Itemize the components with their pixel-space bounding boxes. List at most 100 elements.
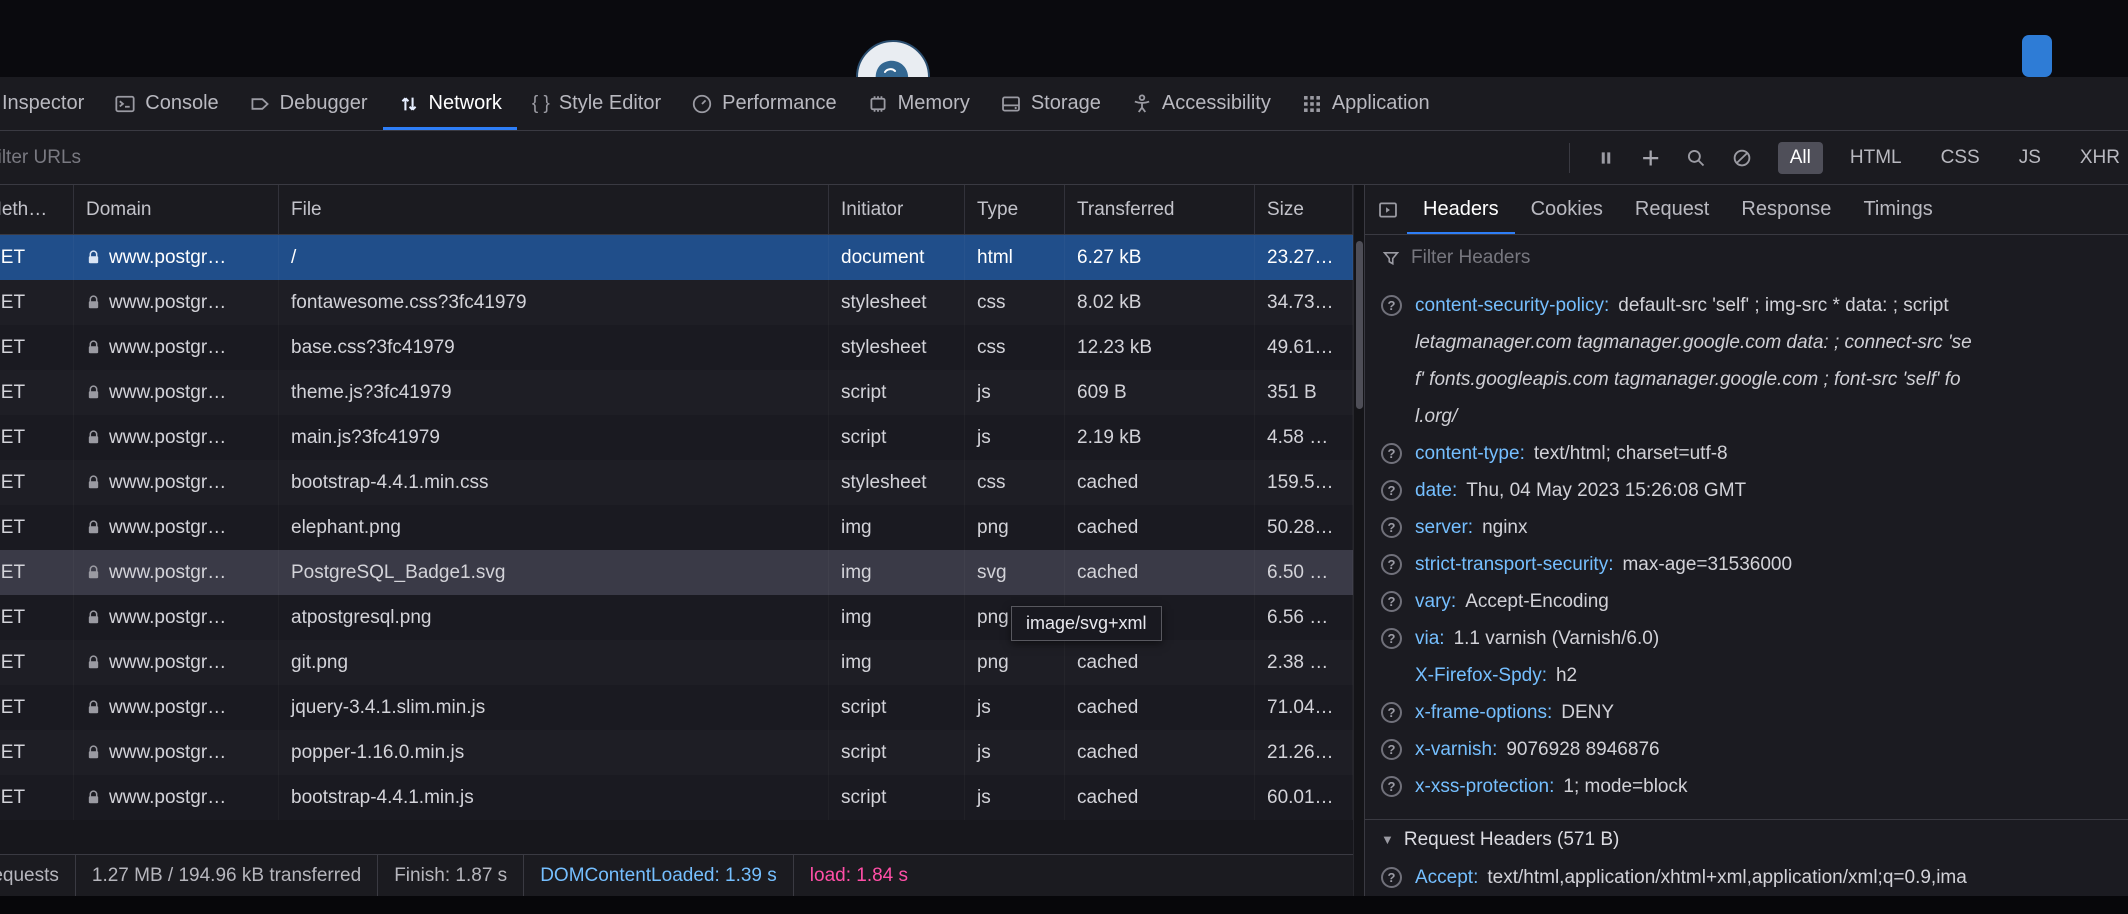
table-row[interactable]: GETwww.postgr…fontawesome.css?3fc41979st… bbox=[0, 280, 1353, 325]
devtools-tab-application[interactable]: Application bbox=[1286, 77, 1445, 130]
column-header-file[interactable]: File bbox=[279, 185, 829, 234]
cell-method: GET bbox=[0, 640, 74, 685]
cell-method: GET bbox=[0, 550, 74, 595]
column-header-domain[interactable]: Domain bbox=[74, 185, 279, 234]
help-icon[interactable]: ? bbox=[1381, 443, 1402, 464]
help-icon[interactable]: ? bbox=[1381, 591, 1402, 612]
table-row[interactable]: GETwww.postgr…base.css?3fc41979styleshee… bbox=[0, 325, 1353, 370]
lock-icon bbox=[86, 384, 101, 401]
help-icon[interactable]: ? bbox=[1381, 628, 1402, 649]
help-icon[interactable]: ? bbox=[1381, 739, 1402, 760]
table-row[interactable]: GETwww.postgr…theme.js?3fc41979scriptjs6… bbox=[0, 370, 1353, 415]
search-button[interactable] bbox=[1686, 148, 1706, 168]
devtools-tab-network[interactable]: Network bbox=[383, 77, 517, 130]
column-header-meth[interactable]: Meth… bbox=[0, 185, 74, 234]
devtools-tab-inspector[interactable]: Inspector bbox=[0, 77, 99, 130]
header-entry: ?x-frame-options:DENY bbox=[1381, 694, 2128, 731]
request-headers-section[interactable]: ▼ Request Headers (571 B) bbox=[1365, 819, 2128, 859]
header-name[interactable]: X-Firefox-Spdy: bbox=[1415, 665, 1547, 687]
header-value-cont: f' fonts.googleapis.com tagmanager.googl… bbox=[1415, 361, 2128, 398]
header-name[interactable]: via: bbox=[1415, 628, 1445, 650]
devtools-tab-style-editor[interactable]: { }Style Editor bbox=[517, 77, 676, 130]
header-name[interactable]: x-xss-protection: bbox=[1415, 776, 1554, 798]
help-icon[interactable]: ? bbox=[1381, 554, 1402, 575]
header-name[interactable]: content-type: bbox=[1415, 443, 1525, 465]
header-entry: ?x-varnish:9076928 8946876 bbox=[1381, 731, 2128, 768]
devtools-tab-storage[interactable]: Storage bbox=[985, 77, 1116, 130]
domain-text: www.postgr… bbox=[109, 337, 226, 359]
column-header-initiator[interactable]: Initiator bbox=[829, 185, 965, 234]
details-tab-cookies[interactable]: Cookies bbox=[1515, 185, 1619, 234]
header-name[interactable]: content-security-policy: bbox=[1415, 295, 1609, 317]
toolbar-buttons: + bbox=[1596, 142, 1752, 173]
help-icon[interactable]: ? bbox=[1381, 295, 1402, 316]
cell-initiator: img bbox=[829, 640, 965, 685]
table-row[interactable]: GETwww.postgr…popper-1.16.0.min.jsscript… bbox=[0, 730, 1353, 775]
filter-html-button[interactable]: HTML bbox=[1838, 142, 1914, 174]
details-tab-response[interactable]: Response bbox=[1725, 185, 1847, 234]
cell-transferred: cached bbox=[1065, 505, 1255, 550]
scrollbar-thumb[interactable] bbox=[1356, 241, 1363, 409]
filter-urls-input[interactable]: Filter URLs bbox=[0, 147, 1569, 169]
domain-text: www.postgr… bbox=[109, 517, 226, 539]
table-row[interactable]: GETwww.postgr…PostgreSQL_Badge1.svgimgsv… bbox=[0, 550, 1353, 595]
header-name[interactable]: server: bbox=[1415, 517, 1473, 539]
header-name[interactable]: vary: bbox=[1415, 591, 1456, 613]
domain-text: www.postgr… bbox=[109, 427, 226, 449]
help-icon[interactable]: ? bbox=[1381, 702, 1402, 723]
cell-size: 71.04… bbox=[1255, 685, 1353, 730]
network-icon bbox=[398, 93, 420, 115]
filter-headers[interactable]: Filter Headers bbox=[1365, 235, 2128, 281]
devtools-tab-memory[interactable]: Memory bbox=[852, 77, 985, 130]
table-row[interactable]: GETwww.postgr…jquery-3.4.1.slim.min.jssc… bbox=[0, 685, 1353, 730]
cell-domain: www.postgr… bbox=[74, 325, 279, 370]
split-panel-toggle-icon[interactable] bbox=[1377, 199, 1399, 221]
details-tab-headers[interactable]: Headers bbox=[1407, 185, 1515, 234]
domain-text: www.postgr… bbox=[109, 562, 226, 584]
cell-type: css bbox=[965, 460, 1065, 505]
pause-button[interactable] bbox=[1596, 148, 1616, 168]
help-icon[interactable]: ? bbox=[1381, 517, 1402, 538]
cell-initiator: stylesheet bbox=[829, 460, 965, 505]
cell-file: fontawesome.css?3fc41979 bbox=[279, 280, 829, 325]
help-icon[interactable]: ? bbox=[1381, 776, 1402, 797]
cell-type: css bbox=[965, 280, 1065, 325]
filter-all-button[interactable]: All bbox=[1778, 142, 1823, 174]
details-tab-timings[interactable]: Timings bbox=[1847, 185, 1948, 234]
add-request-button[interactable]: + bbox=[1642, 142, 1660, 173]
help-icon[interactable]: ? bbox=[1381, 480, 1402, 501]
column-header-type[interactable]: Type bbox=[965, 185, 1065, 234]
devtools-tab-debugger[interactable]: Debugger bbox=[234, 77, 383, 130]
header-name[interactable]: date: bbox=[1415, 480, 1457, 502]
help-icon[interactable]: ? bbox=[1381, 867, 1402, 888]
column-header-size[interactable]: Size bbox=[1255, 185, 1353, 234]
devtools-tab-console[interactable]: Console bbox=[99, 77, 233, 130]
table-row[interactable]: GETwww.postgr…bootstrap-4.4.1.min.csssty… bbox=[0, 460, 1353, 505]
domain-text: www.postgr… bbox=[109, 787, 226, 809]
table-row[interactable]: GETwww.postgr…main.js?3fc41979scriptjs2.… bbox=[0, 415, 1353, 460]
devtools-tab-accessibility[interactable]: Accessibility bbox=[1116, 77, 1286, 130]
cell-transferred: cached bbox=[1065, 730, 1255, 775]
header-value: max-age=31536000 bbox=[1622, 554, 1792, 576]
type-tooltip: image/svg+xml bbox=[1011, 606, 1162, 641]
details-tab-request[interactable]: Request bbox=[1619, 185, 1726, 234]
table-header-row: Meth…DomainFileInitiatorTypeTransferredS… bbox=[0, 185, 1353, 235]
table-row[interactable]: GETwww.postgr…bootstrap-4.4.1.min.jsscri… bbox=[0, 775, 1353, 820]
cell-type: js bbox=[965, 415, 1065, 460]
header-name[interactable]: Accept: bbox=[1415, 867, 1478, 889]
header-name[interactable]: x-frame-options: bbox=[1415, 702, 1552, 724]
firefox-devtools-window: InspectorConsoleDebuggerNetwork{ }Style … bbox=[0, 0, 2128, 914]
table-row[interactable]: GETwww.postgr…elephant.pngimgpngcached50… bbox=[0, 505, 1353, 550]
filter-xhr-button[interactable]: XHR bbox=[2068, 142, 2128, 174]
header-name[interactable]: strict-transport-security: bbox=[1415, 554, 1613, 576]
table-row[interactable]: GETwww.postgr…/documenthtml6.27 kB23.27… bbox=[0, 235, 1353, 280]
devtools-tab-performance[interactable]: Performance bbox=[676, 77, 852, 130]
column-header-transferred[interactable]: Transferred bbox=[1065, 185, 1255, 234]
header-name[interactable]: x-varnish: bbox=[1415, 739, 1497, 761]
table-row[interactable]: GETwww.postgr…git.pngimgpngcached2.38 … bbox=[0, 640, 1353, 685]
block-request-button[interactable] bbox=[1732, 148, 1752, 168]
vertical-scrollbar[interactable] bbox=[1353, 185, 1364, 896]
filter-js-button[interactable]: JS bbox=[2007, 142, 2053, 174]
request-headers-label: Request Headers (571 B) bbox=[1404, 829, 1619, 851]
filter-css-button[interactable]: CSS bbox=[1929, 142, 1992, 174]
